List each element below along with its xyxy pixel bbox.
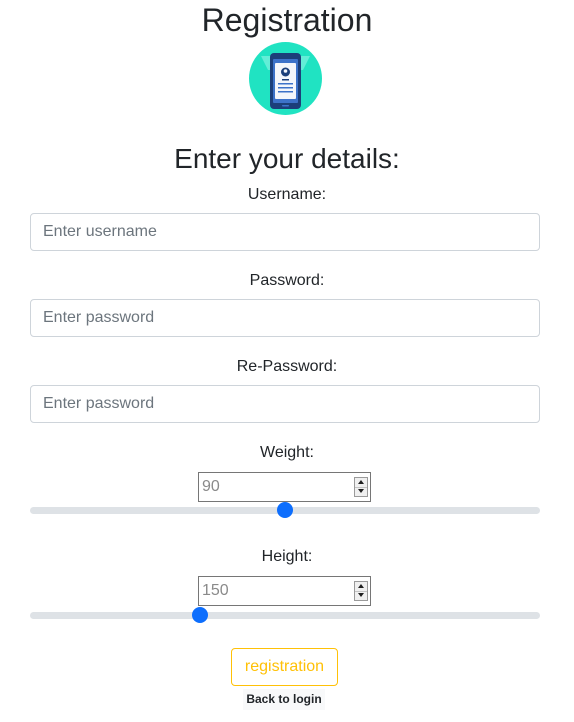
weight-spinner[interactable] <box>354 477 368 497</box>
weight-slider-thumb[interactable] <box>277 502 293 518</box>
repassword-label: Re-Password: <box>236 358 338 375</box>
weight-number-input[interactable]: 90 <box>198 472 371 502</box>
username-label: Username: <box>247 186 327 203</box>
registration-button[interactable]: registration <box>231 648 338 686</box>
height-slider-thumb[interactable] <box>191 607 208 623</box>
page-title: Registration <box>201 2 373 38</box>
username-input[interactable] <box>30 213 540 251</box>
height-number-input[interactable]: 150 <box>198 576 371 606</box>
back-to-login-link[interactable]: Back to login <box>243 689 325 710</box>
height-spinner[interactable] <box>354 581 368 601</box>
height-slider[interactable] <box>30 607 540 623</box>
height-decrement-icon[interactable] <box>355 591 367 600</box>
height-label: Height: <box>261 548 313 565</box>
weight-decrement-icon[interactable] <box>355 487 367 496</box>
repassword-input[interactable] <box>30 385 540 423</box>
password-label: Password: <box>249 272 325 289</box>
weight-value: 90 <box>202 478 220 495</box>
weight-label: Weight: <box>260 444 314 461</box>
registration-page: Registration Enter your details: Usernam… <box>0 0 574 722</box>
height-value: 150 <box>202 582 229 599</box>
weight-slider[interactable] <box>30 502 540 518</box>
form-heading: Enter your details: <box>174 143 400 174</box>
phone-id-card-icon <box>249 42 322 115</box>
password-input[interactable] <box>30 299 540 337</box>
